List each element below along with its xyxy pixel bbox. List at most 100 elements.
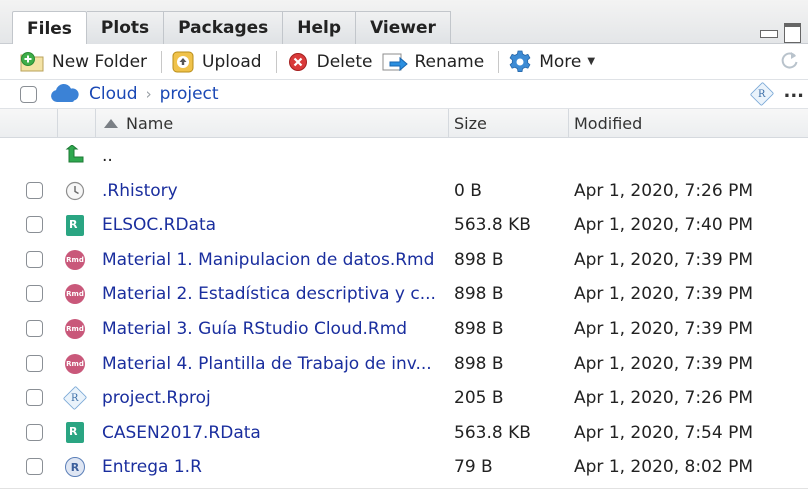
column-divider bbox=[568, 109, 569, 138]
column-header-size[interactable]: Size bbox=[454, 109, 487, 138]
file-size: 563.8 KB bbox=[454, 422, 531, 443]
file-size: 898 B bbox=[454, 284, 504, 305]
more-button[interactable]: More ▼ bbox=[507, 47, 605, 77]
delete-button[interactable]: Delete bbox=[285, 47, 383, 77]
rmd-icon: Rmd bbox=[64, 248, 86, 272]
rproj-icon: R bbox=[62, 385, 88, 411]
table-row: Rmd Material 3. Guía RStudio Cloud.Rmd 8… bbox=[0, 312, 808, 347]
file-name-link[interactable]: Material 1. Manipulacion de datos.Rmd bbox=[102, 250, 444, 270]
file-modified: Apr 1, 2020, 7:39 PM bbox=[574, 353, 754, 374]
file-name-link[interactable]: .Rhistory bbox=[102, 181, 444, 201]
breadcrumb: Cloud › project R ... bbox=[0, 80, 808, 109]
tab-packages[interactable]: Packages bbox=[164, 11, 284, 44]
maximize-pane-icon[interactable] bbox=[782, 22, 802, 43]
file-modified: Apr 1, 2020, 7:40 PM bbox=[574, 215, 754, 236]
tab-plots[interactable]: Plots bbox=[86, 11, 165, 44]
new-folder-label: New Folder bbox=[52, 51, 148, 72]
toolbar-divider bbox=[498, 50, 500, 73]
parent-directory-row[interactable]: .. bbox=[0, 139, 808, 174]
table-row: R Entrega 1.R 79 B Apr 1, 2020, 8:02 PM bbox=[0, 450, 808, 485]
row-checkbox[interactable] bbox=[26, 319, 43, 337]
file-name-link[interactable]: project.Rproj bbox=[102, 388, 444, 408]
file-modified: Apr 1, 2020, 7:26 PM bbox=[574, 388, 754, 409]
row-checkbox[interactable] bbox=[26, 216, 43, 234]
column-divider bbox=[448, 109, 449, 138]
table-row: Rmd Material 4. Plantilla de Trabajo de … bbox=[0, 347, 808, 382]
breadcrumb-project[interactable]: project bbox=[160, 84, 219, 104]
delete-icon bbox=[285, 49, 311, 75]
pane-tab-bar: Files Plots Packages Help Viewer bbox=[0, 0, 808, 45]
delete-label: Delete bbox=[316, 51, 373, 72]
table-row: Rmd Material 2. Estadística descriptiva … bbox=[0, 277, 808, 312]
file-modified: Apr 1, 2020, 8:02 PM bbox=[574, 457, 754, 478]
up-arrow-icon bbox=[64, 144, 86, 168]
table-row: ELSOC.RData 563.8 KB Apr 1, 2020, 7:40 P… bbox=[0, 208, 808, 243]
chevron-down-icon: ▼ bbox=[587, 56, 596, 67]
file-size: 898 B bbox=[454, 249, 504, 270]
breadcrumb-cloud[interactable]: Cloud bbox=[89, 84, 138, 104]
column-divider bbox=[95, 109, 96, 138]
tab-viewer[interactable]: Viewer bbox=[356, 11, 451, 44]
row-checkbox[interactable] bbox=[26, 458, 43, 476]
minimize-pane-icon[interactable] bbox=[758, 22, 778, 40]
files-toolbar: New Folder Upload Delete Rename More ▼ bbox=[0, 44, 808, 80]
column-header-name[interactable]: Name bbox=[104, 109, 173, 138]
row-checkbox[interactable] bbox=[26, 285, 43, 303]
parent-directory-link[interactable]: .. bbox=[102, 146, 444, 166]
rename-icon bbox=[382, 49, 409, 75]
file-size: 898 B bbox=[454, 318, 504, 339]
file-size: 898 B bbox=[454, 353, 504, 374]
table-row: Rmd Material 1. Manipulacion de datos.Rm… bbox=[0, 243, 808, 278]
history-icon bbox=[64, 179, 86, 203]
file-size: 563.8 KB bbox=[454, 215, 531, 236]
file-list: .. .Rhistory 0 B Apr 1, 2020, 7:26 PM EL… bbox=[0, 139, 808, 485]
breadcrumb-separator: › bbox=[145, 85, 152, 103]
tab-help[interactable]: Help bbox=[283, 11, 357, 44]
new-folder-icon bbox=[20, 49, 46, 75]
pane-window-controls bbox=[758, 22, 802, 43]
table-row: CASEN2017.RData 563.8 KB Apr 1, 2020, 7:… bbox=[0, 416, 808, 451]
rmd-icon: Rmd bbox=[64, 317, 86, 341]
sort-ascending-icon bbox=[104, 119, 118, 128]
column-header-name-label: Name bbox=[126, 114, 174, 133]
select-all-checkbox[interactable] bbox=[20, 85, 37, 103]
column-header-modified[interactable]: Modified bbox=[574, 109, 642, 138]
file-name-link[interactable]: CASEN2017.RData bbox=[102, 423, 444, 443]
go-to-project-directory-icon[interactable]: R bbox=[749, 81, 775, 107]
file-modified: Apr 1, 2020, 7:54 PM bbox=[574, 422, 754, 443]
file-size: 79 B bbox=[454, 457, 493, 478]
column-divider bbox=[57, 109, 58, 138]
tab-files[interactable]: Files bbox=[12, 11, 87, 45]
file-name-link[interactable]: Material 3. Guía RStudio Cloud.Rmd bbox=[102, 319, 444, 339]
row-checkbox[interactable] bbox=[26, 354, 43, 372]
file-size: 205 B bbox=[454, 388, 504, 409]
refresh-icon[interactable] bbox=[778, 49, 800, 75]
toolbar-divider bbox=[161, 50, 163, 73]
file-name-link[interactable]: ELSOC.RData bbox=[102, 215, 444, 235]
row-checkbox[interactable] bbox=[26, 423, 43, 441]
table-row: .Rhistory 0 B Apr 1, 2020, 7:26 PM bbox=[0, 174, 808, 209]
file-name-link[interactable]: Entrega 1.R bbox=[102, 457, 444, 477]
pane-tabs: Files Plots Packages Help Viewer bbox=[12, 11, 451, 45]
file-modified: Apr 1, 2020, 7:26 PM bbox=[574, 180, 754, 201]
file-size: 0 B bbox=[454, 180, 482, 201]
rmd-icon: Rmd bbox=[64, 282, 86, 306]
file-modified: Apr 1, 2020, 7:39 PM bbox=[574, 249, 754, 270]
row-checkbox[interactable] bbox=[26, 181, 43, 199]
file-modified: Apr 1, 2020, 7:39 PM bbox=[574, 318, 754, 339]
file-name-link[interactable]: Material 2. Estadística descriptiva y c.… bbox=[102, 284, 444, 304]
upload-button[interactable]: Upload bbox=[170, 47, 272, 77]
rdata-icon bbox=[64, 421, 86, 445]
upload-label: Upload bbox=[202, 51, 262, 72]
upload-icon bbox=[170, 49, 196, 75]
more-options-ellipsis[interactable]: ... bbox=[783, 81, 804, 102]
rename-button[interactable]: Rename bbox=[382, 47, 494, 77]
toolbar-divider bbox=[275, 50, 277, 73]
row-checkbox[interactable] bbox=[26, 389, 43, 407]
row-checkbox[interactable] bbox=[26, 250, 43, 268]
cloud-icon bbox=[49, 84, 81, 104]
file-table-header: Name Size Modified bbox=[0, 109, 808, 138]
new-folder-button[interactable]: New Folder bbox=[20, 47, 157, 77]
rdata-icon bbox=[64, 213, 86, 237]
file-name-link[interactable]: Material 4. Plantilla de Trabajo de inv.… bbox=[102, 354, 444, 374]
